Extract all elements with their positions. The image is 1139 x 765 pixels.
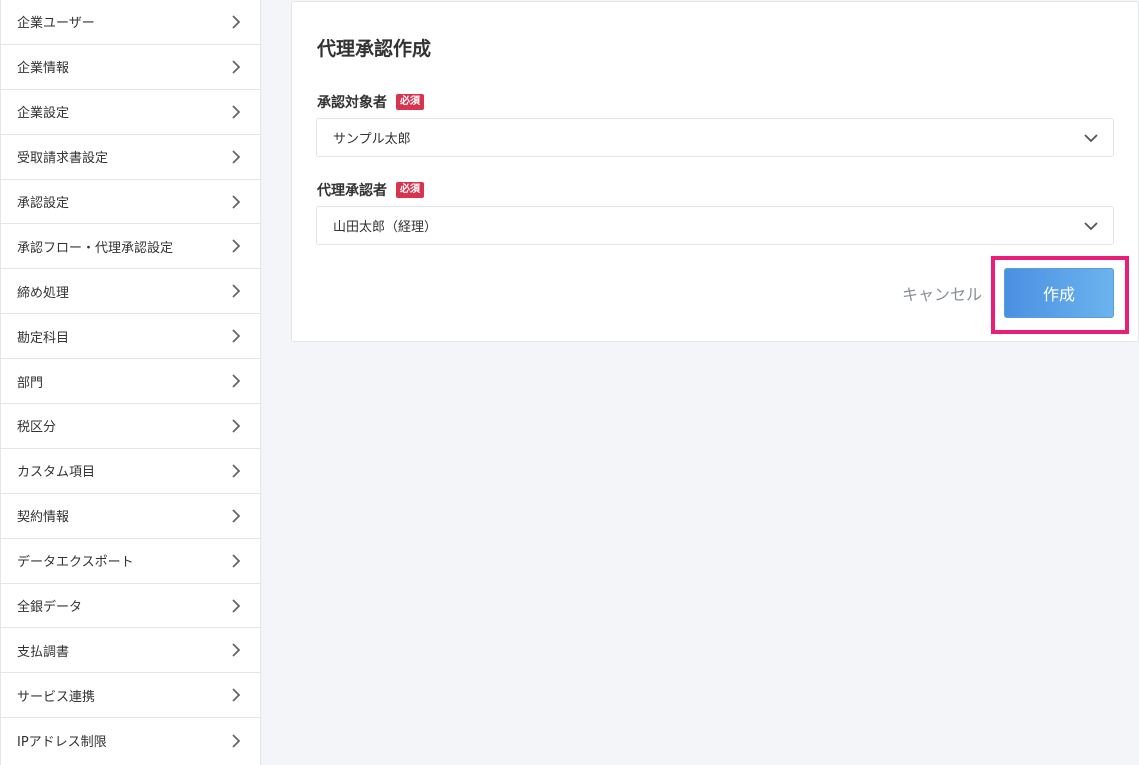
chevron-right-icon: [230, 105, 242, 119]
chevron-right-icon: [230, 60, 242, 74]
sidebar-item[interactable]: 部門: [1, 359, 260, 405]
chevron-right-icon: [230, 194, 242, 209]
chevron-right-icon: [230, 643, 242, 658]
chevron-right-icon: [230, 15, 242, 29]
sidebar-item[interactable]: カスタム項目: [1, 449, 260, 494]
sidebar-item-label: 企業ユーザー: [17, 16, 95, 32]
sidebar-item[interactable]: 承認フロー・代理承認設定: [1, 224, 260, 270]
chevron-right-icon: [230, 509, 242, 523]
sidebar-item[interactable]: 締め処理: [1, 269, 260, 315]
approver-target-label: 承認対象者: [317, 95, 387, 111]
proxy-approval-form-card: 代理承認作成 承認対象者 必須 サンプル太郎 代理承認者 必須 山田太郎（経理）…: [291, 1, 1139, 342]
sidebar-item[interactable]: 税区分: [1, 404, 260, 449]
cancel-button[interactable]: キャンセル: [902, 281, 982, 305]
sidebar-item-label: カスタム項目: [17, 465, 96, 481]
sidebar-item[interactable]: 支払調書: [1, 628, 260, 674]
sidebar-item-label: 締め処理: [17, 285, 70, 301]
approver-target-label-row: 承認対象者 必須: [317, 92, 424, 112]
proxy-approver-select[interactable]: 山田太郎（経理）: [316, 206, 1114, 245]
chevron-right-icon: [230, 149, 242, 164]
chevron-right-icon: [230, 688, 242, 702]
chevron-right-icon: [230, 464, 242, 478]
sidebar-item-label: 承認フロー・代理承認設定: [17, 240, 174, 256]
sidebar-item-label: 支払調書: [17, 644, 70, 660]
sidebar-item-label: IPアドレス制限: [17, 735, 107, 751]
sidebar-item-label: 勘定科目: [17, 330, 70, 346]
sidebar-item[interactable]: サービス連携: [1, 673, 260, 719]
page-title: 代理承認作成: [317, 38, 432, 60]
chevron-right-icon: [230, 553, 242, 568]
chevron-right-icon: [230, 598, 242, 613]
sidebar-item[interactable]: 受取請求書設定: [1, 135, 260, 180]
sidebar-item[interactable]: 全銀データ: [1, 584, 260, 629]
chevron-down-icon: [1084, 221, 1098, 231]
chevron-right-icon: [230, 284, 242, 298]
sidebar-item[interactable]: 企業情報: [1, 45, 260, 90]
chevron-right-icon: [230, 419, 242, 433]
sidebar-item-label: 全銀データ: [17, 600, 83, 616]
sidebar-item-label: 受取請求書設定: [17, 151, 109, 167]
required-badge: 必須: [396, 182, 424, 198]
sidebar-item[interactable]: 勘定科目: [1, 314, 260, 360]
sidebar-item-label: 契約情報: [17, 510, 70, 526]
approver-target-select[interactable]: サンプル太郎: [316, 118, 1114, 157]
required-badge: 必須: [396, 94, 424, 110]
sidebar-item-label: サービス連携: [17, 689, 96, 705]
proxy-approver-label-row: 代理承認者 必須: [317, 180, 424, 200]
sidebar-item-label: データエクスポート: [17, 555, 134, 571]
chevron-right-icon: [230, 329, 242, 343]
sidebar-item[interactable]: 契約情報: [1, 494, 260, 539]
chevron-right-icon: [230, 239, 242, 254]
sidebar-item-label: 部門: [17, 375, 44, 391]
chevron-right-icon: [230, 734, 242, 748]
sidebar-item[interactable]: 承認設定: [1, 180, 260, 225]
sidebar-item-label: 承認設定: [17, 196, 70, 211]
sidebar-item[interactable]: IPアドレス制限: [1, 718, 260, 763]
sidebar-item-label: 企業設定: [17, 106, 70, 122]
create-button[interactable]: 作成: [1004, 268, 1114, 318]
settings-sidebar: 企業ユーザー 企業情報企業設定受取請求書設定 承認設定承認フロー・代理承認設定 締め処…: [0, 0, 261, 765]
sidebar-item[interactable]: 企業ユーザー: [1, 0, 260, 45]
proxy-approver-value: 山田太郎（経理）: [333, 220, 438, 235]
approver-target-value: サンプル太郎: [333, 132, 411, 147]
chevron-right-icon: [230, 374, 242, 388]
chevron-down-icon: [1084, 133, 1098, 143]
proxy-approver-label: 代理承認者: [317, 183, 387, 199]
sidebar-item-label: 企業情報: [17, 61, 70, 77]
sidebar-item-label: 税区分: [17, 420, 57, 436]
sidebar-item[interactable]: 企業設定: [1, 90, 260, 135]
sidebar-item[interactable]: データエクスポート: [1, 539, 260, 584]
